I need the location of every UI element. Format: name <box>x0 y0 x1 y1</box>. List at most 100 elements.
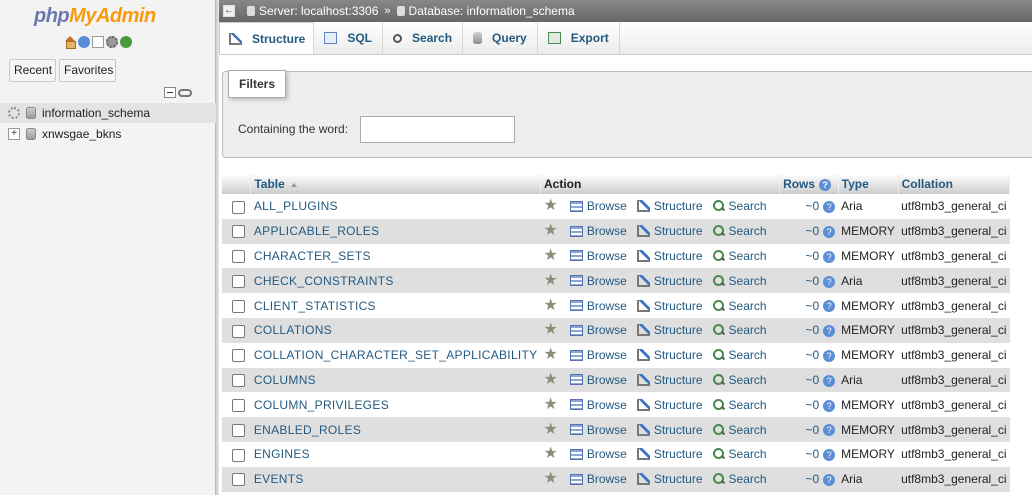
help-icon[interactable] <box>78 36 90 48</box>
favorite-star-icon[interactable]: ★ <box>543 272 557 289</box>
table-name-link[interactable]: EVENTS <box>254 472 304 486</box>
help-icon[interactable]: ? <box>823 449 836 462</box>
tab-query[interactable]: Query <box>463 22 538 54</box>
recent-button[interactable]: Recent <box>9 59 56 82</box>
tab-export[interactable]: Export <box>538 22 620 54</box>
search-link[interactable]: Search <box>712 274 767 288</box>
sort-by-rows-link[interactable]: Rows <box>783 177 815 191</box>
table-name-link[interactable]: CHECK_CONSTRAINTS <box>254 274 394 288</box>
sort-by-type-link[interactable]: Type <box>842 177 869 191</box>
table-name-link[interactable]: ENABLED_ROLES <box>254 423 361 437</box>
structure-link[interactable]: Structure <box>636 323 703 337</box>
favorite-star-icon[interactable]: ★ <box>543 371 557 388</box>
structure-link[interactable]: Structure <box>636 199 703 213</box>
table-name-link[interactable]: COLLATIONS <box>254 323 332 337</box>
table-name-link[interactable]: APPLICABLE_ROLES <box>254 224 380 238</box>
search-link[interactable]: Search <box>712 323 767 337</box>
collapse-all-icon[interactable] <box>164 87 176 98</box>
browse-link[interactable]: Browse <box>569 274 627 288</box>
db-name[interactable]: information_schema <box>42 106 150 120</box>
row-checkbox[interactable] <box>232 448 245 462</box>
favorite-star-icon[interactable]: ★ <box>543 347 557 363</box>
favorite-star-icon[interactable]: ★ <box>543 223 557 239</box>
row-checkbox[interactable] <box>232 250 245 264</box>
structure-link[interactable]: Structure <box>636 299 703 313</box>
structure-link[interactable]: Structure <box>636 472 703 486</box>
structure-link[interactable]: Structure <box>636 373 703 387</box>
table-row[interactable]: CLIENT_STATISTICS ★ Browse Structure Sea… <box>222 293 1010 318</box>
filter-input[interactable] <box>360 116 515 143</box>
favorite-star-icon[interactable]: ★ <box>543 297 557 314</box>
help-icon[interactable]: ? <box>819 178 832 191</box>
link-with-main-icon[interactable] <box>178 89 192 97</box>
search-link[interactable]: Search <box>712 348 767 362</box>
browse-link[interactable]: Browse <box>569 398 627 412</box>
row-checkbox[interactable] <box>232 324 245 338</box>
table-name-link[interactable]: CLIENT_STATISTICS <box>254 299 376 313</box>
favorite-star-icon[interactable]: ★ <box>543 446 557 462</box>
help-icon[interactable]: ? <box>823 424 836 437</box>
browse-link[interactable]: Browse <box>569 447 627 461</box>
sort-by-table-link[interactable]: Table <box>254 177 284 191</box>
help-icon[interactable]: ? <box>823 201 836 214</box>
structure-link[interactable]: Structure <box>636 348 703 362</box>
search-link[interactable]: Search <box>712 423 767 437</box>
structure-link[interactable]: Structure <box>636 398 703 412</box>
favorite-star-icon[interactable]: ★ <box>543 471 557 487</box>
row-checkbox[interactable] <box>232 374 245 388</box>
table-row[interactable]: CHARACTER_SETS ★ Browse Structure Search… <box>222 243 1010 269</box>
help-icon[interactable]: ? <box>823 473 836 486</box>
search-link[interactable]: Search <box>712 447 767 461</box>
table-row[interactable]: COLLATIONS ★ Browse Structure Search ~0?… <box>222 317 1010 343</box>
breadcrumb-server[interactable]: Server: localhost:3306 <box>259 4 378 18</box>
favorite-star-icon[interactable]: ★ <box>543 322 557 338</box>
table-name-link[interactable]: COLUMNS <box>254 373 316 387</box>
structure-link[interactable]: Structure <box>636 274 703 288</box>
browse-link[interactable]: Browse <box>569 472 627 486</box>
settings-icon[interactable] <box>106 36 118 48</box>
table-name-link[interactable]: COLLATION_CHARACTER_SET_APPLICABILITY <box>254 348 538 362</box>
panel-resize-handle[interactable] <box>216 0 219 495</box>
reload-icon[interactable] <box>120 36 132 48</box>
tab-search[interactable]: Search <box>383 22 464 54</box>
search-link[interactable]: Search <box>712 373 767 387</box>
help-icon[interactable]: ? <box>823 275 836 288</box>
row-checkbox[interactable] <box>232 225 245 239</box>
sort-by-collation-link[interactable]: Collation <box>902 177 953 191</box>
table-row[interactable]: EVENTS ★ Browse Structure Search ~0? Ari… <box>222 466 1010 492</box>
home-icon[interactable] <box>64 36 76 49</box>
row-checkbox[interactable] <box>232 473 245 487</box>
structure-link[interactable]: Structure <box>636 249 703 263</box>
db-tree-item-information-schema[interactable]: information_schema <box>0 103 216 123</box>
db-tree-item-xnwsgae-bkns[interactable]: + xnwsgae_bkns <box>0 124 216 144</box>
tab-sql[interactable]: SQL <box>314 22 384 54</box>
search-link[interactable]: Search <box>712 249 767 263</box>
table-row[interactable]: COLUMNS ★ Browse Structure Search ~0? Ar… <box>222 367 1010 393</box>
browse-link[interactable]: Browse <box>569 423 627 437</box>
browse-link[interactable]: Browse <box>569 323 627 337</box>
breadcrumb-database[interactable]: Database: information_schema <box>409 4 575 18</box>
header-collation[interactable]: Collation <box>898 174 1011 194</box>
table-name-link[interactable]: CHARACTER_SETS <box>254 249 371 263</box>
table-row[interactable]: COLUMN_PRIVILEGES ★ Browse Structure Sea… <box>222 392 1010 418</box>
favorite-star-icon[interactable]: ★ <box>543 198 557 214</box>
favorite-star-icon[interactable]: ★ <box>543 247 557 264</box>
help-icon[interactable]: ? <box>823 374 836 387</box>
help-icon[interactable]: ? <box>823 399 836 412</box>
row-checkbox[interactable] <box>232 200 245 214</box>
header-table[interactable]: Table <box>250 174 541 194</box>
search-link[interactable]: Search <box>712 199 767 213</box>
structure-link[interactable]: Structure <box>636 423 703 437</box>
table-row[interactable]: APPLICABLE_ROLES ★ Browse Structure Sear… <box>222 218 1010 244</box>
docs-icon[interactable] <box>92 36 104 48</box>
browse-link[interactable]: Browse <box>569 348 627 362</box>
help-icon[interactable]: ? <box>823 350 836 362</box>
search-link[interactable]: Search <box>712 398 767 412</box>
favorites-button[interactable]: Favorites <box>59 59 116 82</box>
help-icon[interactable]: ? <box>823 325 836 338</box>
row-checkbox[interactable] <box>232 274 245 288</box>
phpmyadmin-logo[interactable]: phpMyAdmin <box>34 5 156 28</box>
browse-link[interactable]: Browse <box>569 224 627 238</box>
tab-structure[interactable]: Structure <box>219 22 315 54</box>
table-row[interactable]: ENGINES ★ Browse Structure Search ~0? ME… <box>222 441 1010 467</box>
